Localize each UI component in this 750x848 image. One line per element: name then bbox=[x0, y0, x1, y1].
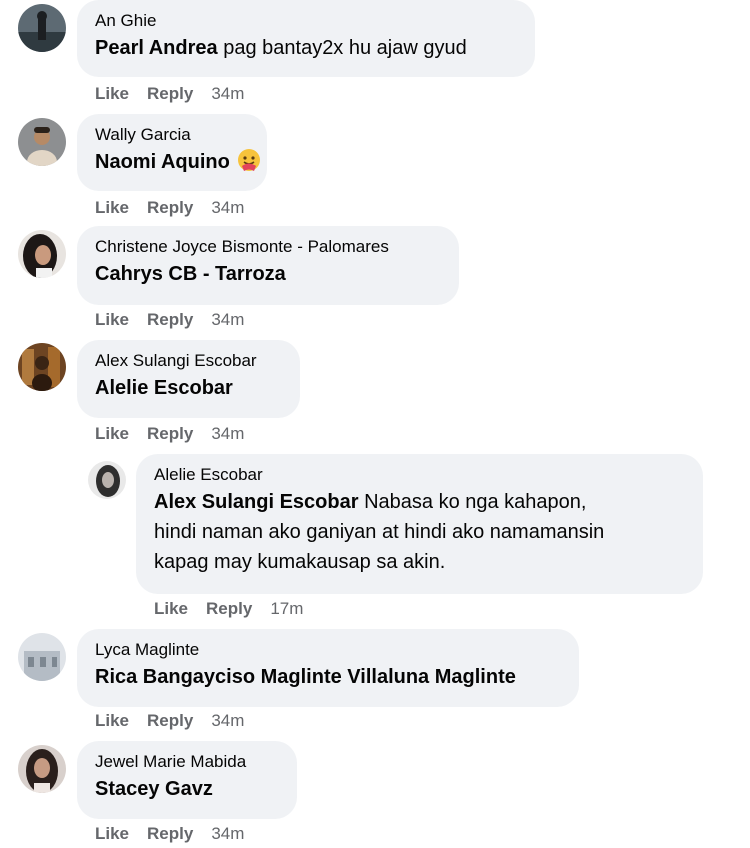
comment-actions: Like Reply 34m bbox=[95, 424, 244, 444]
mention-link[interactable]: Alex Sulangi Escobar bbox=[154, 491, 359, 513]
avatar[interactable] bbox=[18, 343, 66, 391]
avatar[interactable] bbox=[18, 118, 66, 166]
comment-author[interactable]: Alex Sulangi Escobar bbox=[95, 349, 282, 373]
comment-text-line: hindi naman ako ganiyan at hindi ako nam… bbox=[154, 521, 605, 543]
like-button[interactable]: Like bbox=[95, 310, 129, 330]
comment-bubble: Christene Joyce Bismonte - Palomares Cah… bbox=[77, 226, 459, 305]
avatar[interactable] bbox=[18, 633, 66, 681]
comment-text: Alex Sulangi Escobar Nabasa ko nga kahap… bbox=[154, 491, 587, 513]
comment-author[interactable]: Jewel Marie Mabida bbox=[95, 750, 279, 774]
like-button[interactable]: Like bbox=[154, 599, 188, 619]
comment-bubble: Jewel Marie Mabida Stacey Gavz bbox=[77, 741, 297, 819]
comment-text: Cahrys CB - Tarroza bbox=[95, 259, 441, 289]
comment-text: Stacey Gavz bbox=[95, 774, 279, 804]
mention-link[interactable]: Rica Bangayciso Maglinte Villaluna Magli… bbox=[95, 666, 516, 688]
hug-emoji-icon bbox=[236, 147, 262, 173]
avatar[interactable] bbox=[18, 230, 66, 278]
avatar[interactable] bbox=[18, 4, 66, 52]
comment-actions: Like Reply 34m bbox=[95, 824, 244, 844]
comment-actions: Like Reply 34m bbox=[95, 711, 244, 731]
like-button[interactable]: Like bbox=[95, 84, 129, 104]
comment-author[interactable]: Wally Garcia bbox=[95, 123, 249, 147]
like-button[interactable]: Like bbox=[95, 198, 129, 218]
timestamp[interactable]: 34m bbox=[211, 424, 244, 444]
comment-author[interactable]: An Ghie bbox=[95, 9, 517, 33]
comment-text: Alelie Escobar bbox=[95, 373, 282, 403]
timestamp[interactable]: 34m bbox=[211, 824, 244, 844]
comment-bubble: Alelie Escobar Alex Sulangi Escobar Naba… bbox=[136, 454, 703, 594]
like-button[interactable]: Like bbox=[95, 424, 129, 444]
timestamp[interactable]: 34m bbox=[211, 198, 244, 218]
comment-bubble: Wally Garcia Naomi Aquino bbox=[77, 114, 267, 191]
timestamp[interactable]: 34m bbox=[211, 84, 244, 104]
comment-actions: Like Reply 34m bbox=[95, 310, 244, 330]
mention-link[interactable]: Stacey Gavz bbox=[95, 778, 213, 800]
comment-bubble: An Ghie Pearl Andrea pag bantay2x hu aja… bbox=[77, 0, 535, 77]
comment-author[interactable]: Alelie Escobar bbox=[154, 463, 685, 487]
like-button[interactable]: Like bbox=[95, 711, 129, 731]
comment-actions: Like Reply 34m bbox=[95, 198, 244, 218]
comment-actions: Like Reply 34m bbox=[95, 84, 244, 104]
reply-button[interactable]: Reply bbox=[206, 599, 252, 619]
reply-button[interactable]: Reply bbox=[147, 310, 193, 330]
avatar[interactable] bbox=[88, 461, 126, 499]
mention-link[interactable]: Naomi Aquino bbox=[95, 151, 230, 173]
like-button[interactable]: Like bbox=[95, 824, 129, 844]
comment-text-line: kapag may kumakausap sa akin. bbox=[154, 551, 446, 573]
comment-author[interactable]: Christene Joyce Bismonte - Palomares bbox=[95, 235, 441, 259]
comment-text: Naomi Aquino bbox=[95, 147, 260, 177]
timestamp[interactable]: 34m bbox=[211, 711, 244, 731]
mention-link[interactable]: Cahrys CB - Tarroza bbox=[95, 263, 286, 285]
comment-bubble: Alex Sulangi Escobar Alelie Escobar bbox=[77, 340, 300, 418]
timestamp[interactable]: 34m bbox=[211, 310, 244, 330]
comment-text: Pearl Andrea pag bantay2x hu ajaw gyud bbox=[95, 37, 467, 59]
timestamp[interactable]: 17m bbox=[270, 599, 303, 619]
reply-button[interactable]: Reply bbox=[147, 424, 193, 444]
comment-bubble: Lyca Maglinte Rica Bangayciso Maglinte V… bbox=[77, 629, 579, 707]
comment-actions: Like Reply 17m bbox=[154, 599, 303, 619]
avatar[interactable] bbox=[18, 745, 66, 793]
reply-button[interactable]: Reply bbox=[147, 84, 193, 104]
mention-link[interactable]: Pearl Andrea bbox=[95, 37, 218, 59]
reply-button[interactable]: Reply bbox=[147, 711, 193, 731]
mention-link[interactable]: Alelie Escobar bbox=[95, 377, 233, 399]
reply-button[interactable]: Reply bbox=[147, 824, 193, 844]
comment-text: Rica Bangayciso Maglinte Villaluna Magli… bbox=[95, 662, 561, 692]
reply-button[interactable]: Reply bbox=[147, 198, 193, 218]
comment-author[interactable]: Lyca Maglinte bbox=[95, 638, 561, 662]
